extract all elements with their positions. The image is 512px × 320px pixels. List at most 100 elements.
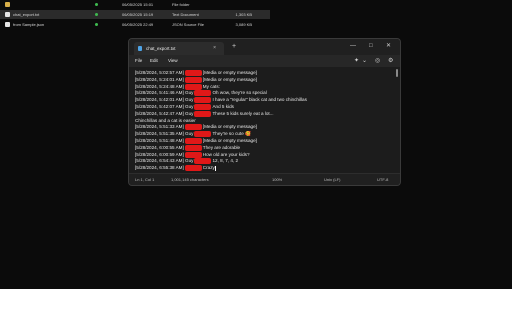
new-tab-button[interactable]: + — [232, 42, 236, 52]
line-message: [Media or empty message] — [202, 124, 257, 130]
text-line: [5/28/2024, 5:51:33 AM] [Media or empty m… — [135, 124, 390, 131]
line-message: I have a "regular" black cat and two chi… — [212, 97, 307, 103]
tab-chat-export[interactable]: chat_export.txt × — [134, 42, 224, 55]
file-name: from Sample.json — [13, 22, 45, 27]
line-prefix: [5/28/2024, 5:42:07 AM] Guy — [135, 104, 194, 110]
notepad-icon — [138, 46, 142, 51]
menu-edit[interactable]: Edit — [150, 56, 158, 66]
text-line: [5/28/2024, 5:42:01 AM] Guy I have a "reg… — [135, 97, 390, 104]
redaction-mark — [194, 110, 212, 117]
status-bar: Ln 1, Col 1 1,001,145 characters 100% Un… — [129, 173, 400, 185]
line-message: These 5 kids surely eat a lot... — [212, 111, 274, 116]
sync-status-icon — [95, 3, 98, 6]
line-prefix: [5/28/2024, 5:51:35 AM] Guy — [135, 131, 194, 137]
line-message: [Media or empty message] — [202, 70, 257, 76]
title-bar[interactable]: chat_export.txt × + — □ ✕ — [129, 39, 400, 55]
file-type: JSON Source File — [172, 22, 205, 27]
text-cursor — [214, 165, 216, 171]
line-prefix: [5/28/2024, 5:41:46 AM] Guy — [135, 90, 194, 96]
cursor-position: Ln 1, Col 1 — [135, 177, 155, 182]
line-ending: Unix (LF) — [324, 177, 341, 182]
redaction-mark — [184, 76, 202, 83]
line-prefix: [5/28/2024, 6:55:38 AM] — [135, 165, 184, 171]
maximize-button[interactable]: □ — [369, 41, 373, 51]
line-message: [Media or empty message] — [202, 77, 257, 83]
desktop: 06/05/2025 15:01 File folder chat_export… — [0, 0, 512, 289]
line-prefix: Chinchillas and a cat is easier — [135, 117, 196, 123]
sync-status-icon — [95, 13, 98, 16]
sync-status-icon — [95, 23, 98, 26]
copilot-icon[interactable]: ✦ — [354, 56, 359, 66]
text-line: [5/28/2024, 6:00:59 AM] How old are your … — [135, 151, 390, 159]
line-prefix: [5/28/2024, 6:00:59 AM] — [135, 151, 184, 157]
redaction-mark — [184, 70, 202, 76]
line-message: 12, 8, 7, 4, 2 — [212, 158, 239, 164]
redaction-mark — [194, 131, 212, 138]
json-file-icon — [5, 22, 10, 27]
close-window-button[interactable]: ✕ — [386, 41, 391, 51]
text-editor[interactable]: [5/28/2024, 5:02:57 AM] [Media or empty m… — [129, 67, 400, 174]
redaction-mark — [194, 90, 212, 97]
redaction-mark — [184, 124, 202, 131]
menu-view[interactable]: View — [168, 56, 178, 66]
tab-title: chat_export.txt — [146, 46, 176, 51]
line-prefix: [5/28/2024, 5:24:01 AM] — [135, 77, 184, 83]
zoom-level: 100% — [272, 177, 283, 182]
redaction-mark — [184, 165, 202, 172]
character-count: 1,001,145 characters — [171, 177, 209, 182]
redaction-mark — [194, 103, 212, 110]
text-line: [5/28/2024, 5:51:48 AM] [Media or empty m… — [135, 137, 390, 145]
text-line: [5/28/2024, 5:02:57 AM] [Media or empty m… — [135, 70, 390, 77]
settings-gear-icon[interactable]: ⚙ — [388, 56, 393, 66]
text-line: [5/28/2024, 6:54:43 AM] Guy 12, 8, 7, 4, … — [135, 158, 390, 165]
file-type: File folder — [172, 2, 190, 7]
file-type: Text Document — [172, 12, 199, 17]
line-prefix: [5/28/2024, 6:00:55 AM] — [135, 144, 184, 150]
line-message: Crazy — [202, 165, 215, 171]
line-message: They are adorable — [202, 144, 241, 150]
text-line: [5/28/2024, 5:51:35 AM] Guy They're so cu… — [135, 131, 390, 138]
text-line: [5/28/2024, 5:24:01 AM] [Media or empty m… — [135, 76, 390, 84]
file-size: 3,089 KB — [235, 22, 252, 27]
notepad-window: chat_export.txt × + — □ ✕ File Edit View… — [128, 38, 401, 186]
text-line: [5/28/2024, 6:00:55 AM] They are adorable — [135, 144, 390, 152]
text-line: [5/28/2024, 6:55:38 AM] Crazy — [135, 165, 390, 172]
line-message: My cats: — [202, 83, 220, 89]
file-date: 06/05/2025 15:01 — [122, 2, 154, 7]
text-line: [5/28/2024, 5:41:46 AM] Guy Oh wow, they'… — [135, 90, 390, 97]
text-line: [5/28/2024, 5:24:48 AM] My cats: — [135, 83, 390, 91]
redaction-mark — [194, 158, 212, 165]
scrollbar[interactable] — [396, 69, 398, 77]
redaction-mark — [184, 151, 202, 158]
file-row-json[interactable]: from Sample.json 06/05/2025 22:49 JSON S… — [0, 20, 270, 29]
line-prefix: [5/28/2024, 5:24:48 AM] — [135, 83, 184, 89]
line-message: Oh wow, they're so special — [212, 90, 267, 96]
file-date: 06/05/2025 15:19 — [122, 12, 154, 17]
line-message: [Media or empty message] — [202, 138, 257, 144]
line-prefix: [5/28/2024, 5:51:33 AM] — [135, 124, 184, 130]
line-message: And 5 kids — [212, 104, 234, 110]
line-prefix: [5/28/2024, 5:02:57 AM] — [135, 70, 184, 76]
redaction-mark — [194, 97, 212, 104]
layers-icon[interactable]: ◎ — [375, 56, 380, 66]
menu-file[interactable]: File — [135, 56, 142, 66]
line-prefix: [5/28/2024, 6:54:43 AM] Guy — [135, 158, 194, 164]
folder-icon — [5, 2, 10, 7]
line-prefix: [5/28/2024, 5:42:47 AM] Guy — [135, 111, 194, 116]
text-line: [5/28/2024, 5:42:47 AM] Guy These 5 kids … — [135, 110, 390, 118]
file-row-chat-export[interactable]: chat_export.txt 06/05/2025 15:19 Text Do… — [0, 10, 270, 19]
line-prefix: [5/28/2024, 5:42:01 AM] Guy — [135, 97, 194, 103]
file-date: 06/05/2025 22:49 — [122, 22, 154, 27]
redaction-mark — [184, 83, 202, 90]
editor-lines: [5/28/2024, 5:02:57 AM] [Media or empty m… — [135, 70, 390, 172]
line-prefix: [5/28/2024, 5:51:48 AM] — [135, 138, 184, 144]
redaction-mark — [184, 144, 202, 151]
chevron-down-icon[interactable]: ⌄ — [362, 56, 367, 66]
file-row-folder[interactable]: 06/05/2025 15:01 File folder — [0, 0, 270, 9]
line-message: How old are your kids? — [202, 151, 250, 157]
minimize-button[interactable]: — — [350, 41, 356, 51]
text-line: [5/28/2024, 5:42:07 AM] Guy And 5 kids — [135, 103, 390, 111]
file-name: chat_export.txt — [13, 12, 40, 17]
close-tab-button[interactable]: × — [213, 44, 216, 53]
redaction-mark — [184, 137, 202, 144]
